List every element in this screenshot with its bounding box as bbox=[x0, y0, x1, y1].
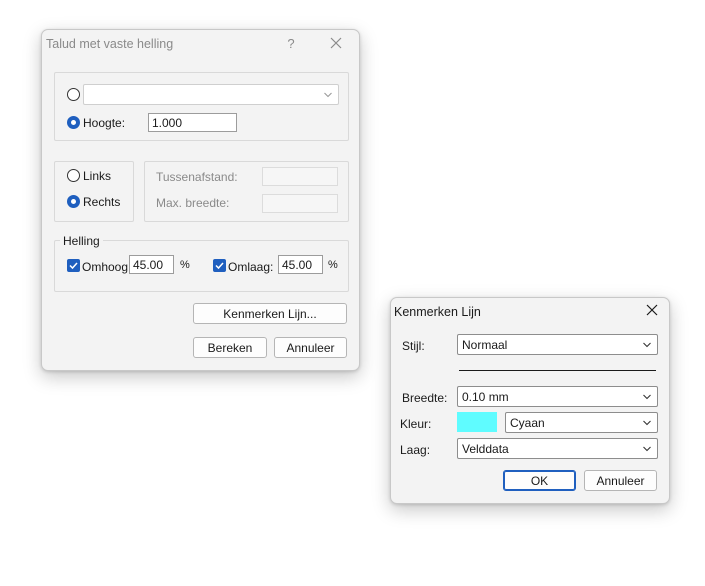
chevron-down-icon bbox=[643, 420, 651, 426]
help-icon: ? bbox=[287, 35, 295, 51]
hoogte-radio[interactable] bbox=[67, 116, 80, 129]
stijl-select[interactable]: Normaal bbox=[457, 334, 658, 355]
kenmerken-annuleer-button[interactable]: Annuleer bbox=[584, 470, 657, 491]
kenmerken-titlebar[interactable]: Kenmerken Lijn bbox=[391, 298, 669, 326]
omlaag-checkbox[interactable] bbox=[213, 259, 226, 272]
kleur-select[interactable]: Cyaan bbox=[505, 412, 658, 433]
annuleer-button[interactable]: Annuleer bbox=[274, 337, 347, 358]
kenmerken-lijn-dialog: Kenmerken Lijn Stijl: Normaal Breedte: 0… bbox=[390, 297, 670, 504]
omhoog-label: Omhoog: bbox=[82, 260, 132, 274]
reference-combobox[interactable] bbox=[83, 84, 339, 105]
laag-value: Velddata bbox=[462, 441, 509, 456]
omhoog-unit: % bbox=[180, 259, 190, 271]
max-breedte-label: Max. breedte: bbox=[156, 196, 230, 210]
rechts-label: Rechts bbox=[83, 195, 121, 209]
max-breedte-input[interactable] bbox=[262, 194, 338, 213]
laag-label: Laag: bbox=[400, 443, 431, 457]
links-label: Links bbox=[83, 169, 112, 183]
tussenafstand-input[interactable] bbox=[262, 167, 338, 186]
hoogte-input[interactable] bbox=[148, 113, 237, 132]
helling-label: Helling bbox=[60, 234, 103, 248]
ok-button[interactable]: OK bbox=[503, 470, 576, 491]
omlaag-label: Omlaag: bbox=[228, 260, 274, 274]
chevron-down-icon bbox=[643, 394, 651, 400]
bereken-button[interactable]: Bereken bbox=[193, 337, 267, 358]
omlaag-input[interactable] bbox=[278, 255, 323, 274]
links-radio[interactable] bbox=[67, 169, 80, 182]
talud-dialog: Talud met vaste helling ? Hoogte: Links … bbox=[41, 29, 360, 371]
omhoog-input[interactable] bbox=[129, 255, 174, 274]
breedte-value: 0.10 mm bbox=[462, 389, 509, 404]
chevron-down-icon bbox=[324, 92, 332, 98]
chevron-down-icon bbox=[643, 342, 651, 348]
line-style-preview bbox=[459, 370, 656, 371]
help-button[interactable]: ? bbox=[276, 31, 306, 55]
omhoog-checkbox[interactable] bbox=[67, 259, 80, 272]
tussenafstand-label: Tussenafstand: bbox=[156, 170, 238, 184]
kenmerken-close-button[interactable] bbox=[637, 298, 667, 322]
check-icon bbox=[215, 262, 224, 270]
omlaag-unit: % bbox=[328, 259, 338, 271]
kenmerken-title: Kenmerken Lijn bbox=[394, 305, 481, 319]
close-icon bbox=[646, 304, 658, 316]
breedte-label: Breedte: bbox=[402, 391, 448, 405]
kleur-value: Cyaan bbox=[510, 415, 545, 430]
chevron-down-icon bbox=[643, 446, 651, 452]
combo-radio[interactable] bbox=[67, 88, 80, 101]
talud-title: Talud met vaste helling bbox=[46, 37, 174, 51]
close-button[interactable] bbox=[321, 31, 351, 55]
breedte-select[interactable]: 0.10 mm bbox=[457, 386, 658, 407]
check-icon bbox=[69, 262, 78, 270]
hoogte-label: Hoogte: bbox=[83, 116, 126, 130]
stijl-value: Normaal bbox=[462, 337, 508, 352]
rechts-radio[interactable] bbox=[67, 195, 80, 208]
kleur-label: Kleur: bbox=[400, 417, 432, 431]
kleur-swatch[interactable] bbox=[457, 412, 497, 432]
close-icon bbox=[330, 37, 342, 49]
kenmerken-lijn-button[interactable]: Kenmerken Lijn... bbox=[193, 303, 347, 324]
laag-select[interactable]: Velddata bbox=[457, 438, 658, 459]
talud-titlebar[interactable]: Talud met vaste helling ? bbox=[42, 30, 359, 58]
stijl-label: Stijl: bbox=[402, 339, 425, 353]
